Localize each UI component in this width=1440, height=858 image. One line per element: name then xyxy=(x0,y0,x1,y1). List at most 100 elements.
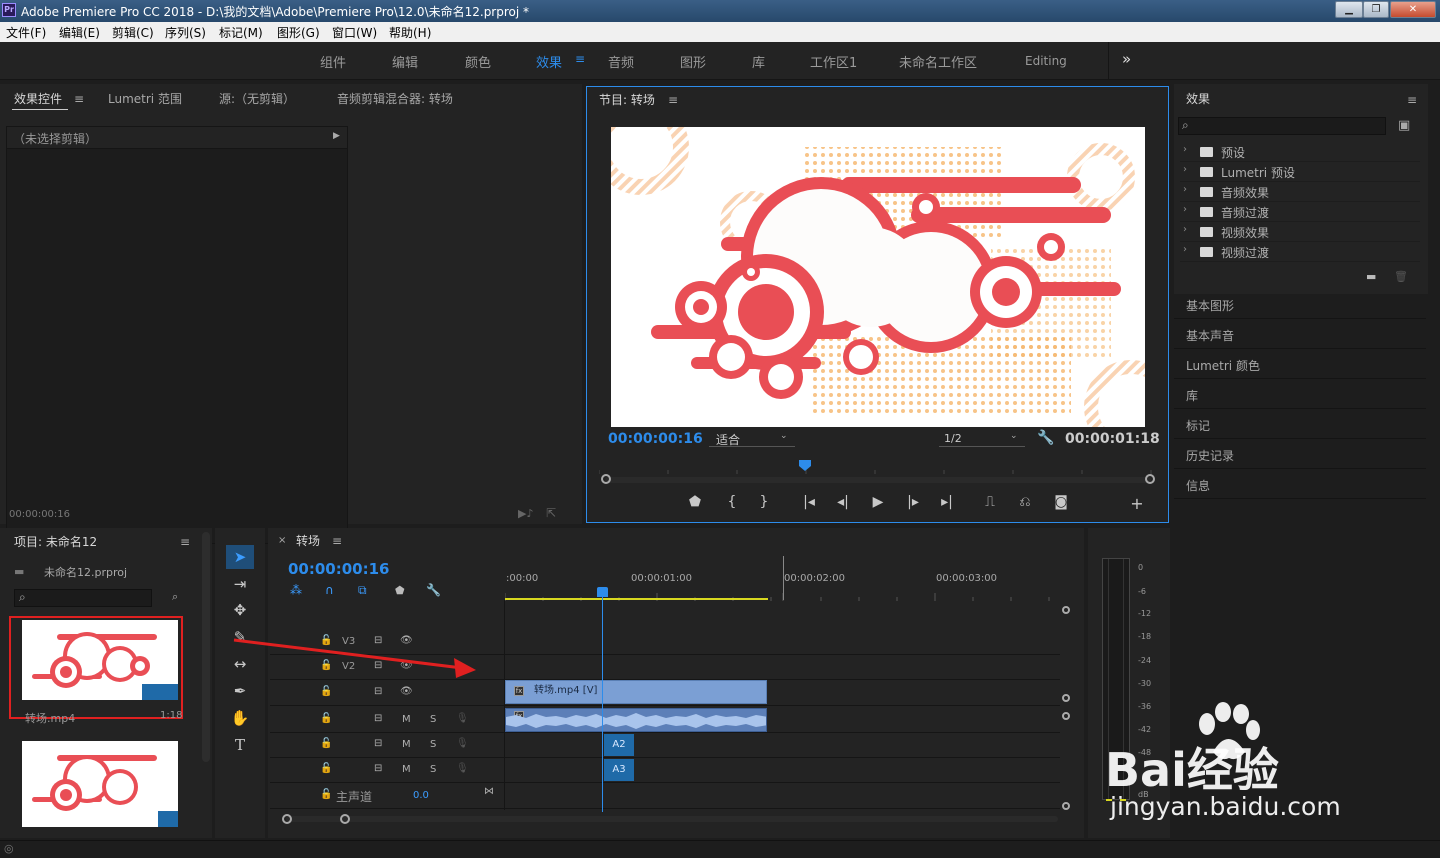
panel-menu-icon[interactable]: ≡ xyxy=(180,535,190,549)
new-bin-icon[interactable]: ▣ xyxy=(1398,118,1410,133)
track-a3[interactable]: 🔓 A3 ⊟ M S 🎙 xyxy=(270,758,1060,783)
menu-file[interactable]: 文件(F) xyxy=(6,24,46,41)
ripple-edit-tool-icon[interactable]: ✥ xyxy=(226,598,254,622)
workspace-editing-en[interactable]: Editing xyxy=(1025,54,1067,68)
mute-button[interactable]: M xyxy=(402,714,411,725)
program-time-ruler[interactable] xyxy=(598,460,1154,474)
menu-sequence[interactable]: 序列(S) xyxy=(165,24,206,41)
program-current-timecode[interactable]: 00:00:00:16 xyxy=(608,431,703,447)
mark-out-icon[interactable]: } xyxy=(755,494,773,510)
hscroll-handle-left[interactable] xyxy=(282,814,292,824)
workspace-libraries[interactable]: 库 xyxy=(752,52,765,71)
close-button[interactable]: ✕ xyxy=(1390,1,1436,18)
effects-folder-audio-transitions[interactable]: › 音频过渡 xyxy=(1180,202,1420,222)
add-button-icon[interactable]: + xyxy=(1128,494,1146,513)
type-tool-icon[interactable]: T xyxy=(226,733,254,757)
close-tab-icon[interactable]: × xyxy=(278,535,286,546)
step-forward-icon[interactable]: |▸ xyxy=(904,494,922,510)
scroll-handle-right[interactable] xyxy=(1145,474,1155,484)
filter-icon[interactable]: ▶♪ xyxy=(518,507,533,520)
vscroll-handle[interactable] xyxy=(1062,694,1070,702)
vscroll-handle[interactable] xyxy=(1062,606,1070,614)
find-icon[interactable]: ⌕ xyxy=(172,590,178,604)
panel-history[interactable]: 历史记录 xyxy=(1174,441,1426,469)
project-search-input[interactable]: ⌕ xyxy=(14,589,152,607)
effects-folder-presets[interactable]: › 预设 xyxy=(1180,142,1420,162)
tab-lumetri-scopes[interactable]: Lumetri 范围 xyxy=(108,90,182,107)
timeline-tab[interactable]: 转场 xyxy=(296,532,320,549)
track-target-a3[interactable]: A3 xyxy=(604,759,634,781)
extract-icon[interactable]: ⎌ xyxy=(1016,494,1034,510)
effects-folder-lumetri-presets[interactable]: › Lumetri 预设 xyxy=(1180,162,1420,182)
panel-essential-graphics[interactable]: 基本图形 xyxy=(1174,291,1426,319)
work-area-bar[interactable] xyxy=(505,598,768,600)
workspace-effects[interactable]: 效果 xyxy=(536,52,562,71)
effects-folder-video-transitions[interactable]: › 视频过渡 xyxy=(1180,242,1420,262)
add-marker-icon[interactable]: ⬟ xyxy=(686,494,704,510)
workspace-editing[interactable]: 编辑 xyxy=(392,52,418,71)
workspace-menu-icon[interactable]: ≡ xyxy=(575,52,585,66)
menu-clip[interactable]: 剪辑(C) xyxy=(112,24,154,41)
resolution-select[interactable]: 1/2 ⌄ xyxy=(939,431,1025,447)
microphone-icon[interactable]: 🎙 xyxy=(456,763,469,774)
microphone-icon[interactable]: 🎙 xyxy=(456,713,469,724)
sync-lock-icon[interactable]: ⊟ xyxy=(374,763,382,774)
menu-window[interactable]: 窗口(W) xyxy=(332,24,377,41)
solo-button[interactable]: S xyxy=(430,739,436,750)
minimize-button[interactable]: ▁ xyxy=(1335,1,1363,18)
program-monitor-title[interactable]: 节目: 转场 xyxy=(599,91,655,108)
go-to-end-icon[interactable]: ⋈ xyxy=(484,786,494,797)
lock-icon[interactable]: 🔓 xyxy=(320,789,332,800)
menu-edit[interactable]: 编辑(E) xyxy=(59,24,100,41)
video-clip[interactable]: fx 转场.mp4 [V] xyxy=(505,680,767,704)
play-icon[interactable]: ▶ xyxy=(869,494,887,510)
clip-name[interactable]: 转场.mp4 xyxy=(25,710,75,726)
lift-icon[interactable]: ⎍ xyxy=(981,494,999,510)
new-folder-icon[interactable]: ▬ xyxy=(1366,270,1376,283)
workspace-1[interactable]: 工作区1 xyxy=(810,52,857,71)
maximize-button[interactable]: ❐ xyxy=(1363,1,1389,18)
playhead-handle[interactable] xyxy=(597,587,608,597)
workspace-graphics[interactable]: 图形 xyxy=(680,52,706,71)
microphone-icon[interactable]: 🎙 xyxy=(456,738,469,749)
mute-button[interactable]: M xyxy=(402,764,411,775)
clip-thumbnail[interactable] xyxy=(22,620,178,700)
linked-selection-icon[interactable]: ⧉ xyxy=(358,583,367,598)
timeline-timecode[interactable]: 00:00:00:16 xyxy=(288,560,390,578)
tab-source[interactable]: 源:（无剪辑） xyxy=(219,90,295,107)
effects-folder-audio-effects[interactable]: › 音频效果 xyxy=(1180,182,1420,202)
go-to-out-icon[interactable]: ▸| xyxy=(938,494,956,510)
panel-menu-icon[interactable]: ≡ xyxy=(668,93,678,107)
snap-icon[interactable]: ∩ xyxy=(325,583,334,597)
vscroll-handle[interactable] xyxy=(1062,802,1070,810)
zoom-fit-select[interactable]: 适合 ⌄ xyxy=(709,431,795,447)
panel-menu-icon[interactable]: ≡ xyxy=(332,534,342,548)
export-icon[interactable]: ⇱ xyxy=(546,506,556,520)
sync-lock-icon[interactable]: ⊟ xyxy=(374,738,382,749)
panel-markers[interactable]: 标记 xyxy=(1174,411,1426,439)
mute-button[interactable]: M xyxy=(402,739,411,750)
track-target-a2[interactable]: A2 xyxy=(604,734,634,756)
project-panel-title[interactable]: 项目: 未命名12 xyxy=(14,533,97,550)
zoom-scrollbar[interactable] xyxy=(605,477,1151,483)
more-workspaces-icon[interactable]: » xyxy=(1122,50,1131,68)
master-volume-value[interactable]: 0.0 xyxy=(413,790,429,801)
nest-icon[interactable]: ⁂ xyxy=(290,583,302,597)
solo-button[interactable]: S xyxy=(430,714,436,725)
panel-lumetri-color[interactable]: Lumetri 颜色 xyxy=(1174,351,1426,379)
panel-menu-icon[interactable]: ≡ xyxy=(1407,93,1417,107)
add-marker-icon[interactable]: ⬟ xyxy=(395,584,405,597)
solo-button[interactable]: S xyxy=(430,764,436,775)
step-back-icon[interactable]: ◂| xyxy=(834,494,852,510)
play-only-icon[interactable]: ▶ xyxy=(333,131,340,141)
panel-info[interactable]: 信息 xyxy=(1174,471,1426,499)
menu-marker[interactable]: 标记(M) xyxy=(219,24,263,41)
menu-graphics[interactable]: 图形(G) xyxy=(277,24,320,41)
tab-audio-clip-mixer[interactable]: 音频剪辑混合器: 转场 xyxy=(337,90,453,107)
audio-clip[interactable]: fx xyxy=(505,708,767,732)
program-video-frame[interactable] xyxy=(611,127,1145,427)
sync-lock-icon[interactable]: ⊟ xyxy=(374,713,382,724)
workspace-assembly[interactable]: 组件 xyxy=(320,52,346,71)
panel-essential-sound[interactable]: 基本声音 xyxy=(1174,321,1426,349)
trash-icon[interactable]: 🗑 xyxy=(1394,270,1408,283)
